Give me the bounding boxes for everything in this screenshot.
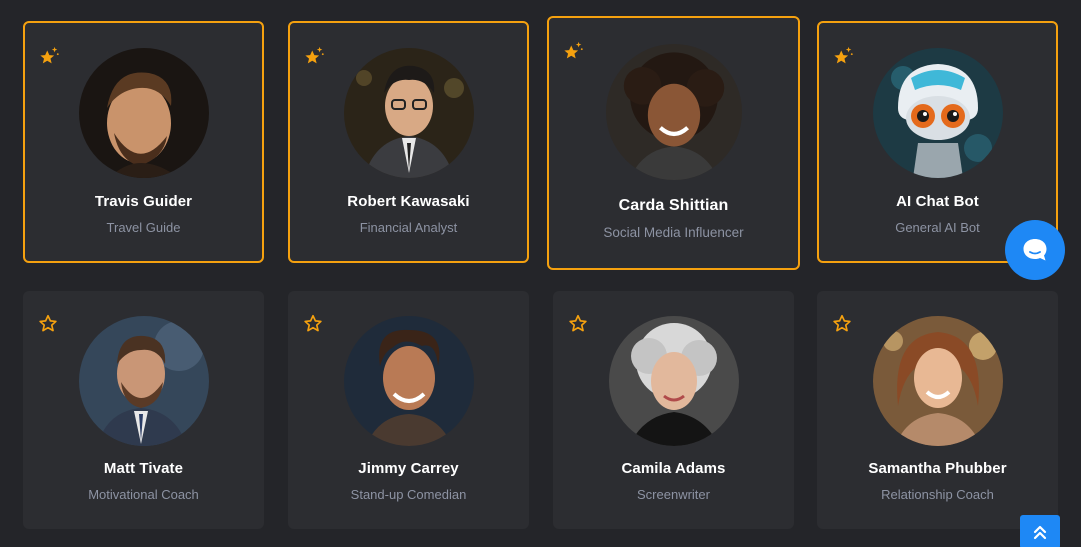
character-name: Camila Adams (621, 460, 726, 477)
star-sparkle-icon[interactable] (304, 45, 326, 67)
star-outline-icon[interactable] (37, 313, 59, 335)
avatar (872, 316, 1003, 446)
character-name: Travis Guider (94, 193, 193, 210)
character-card-jimmy[interactable]: Jimmy Carrey Stand-up Comedian (288, 291, 529, 529)
character-card-robert[interactable]: Robert Kawasaki Financial Analyst (288, 21, 529, 263)
character-grid: Travis Guider Travel Guide Robert Kawasa… (0, 0, 1081, 547)
character-role: Relationship Coach (881, 487, 994, 502)
avatar (872, 48, 1003, 178)
avatar (78, 316, 209, 446)
chat-button[interactable] (1005, 220, 1065, 280)
avatar (605, 44, 742, 180)
character-name: Jimmy Carrey (358, 460, 459, 477)
character-name: Carda Shittian (618, 197, 729, 214)
star-sparkle-icon[interactable] (563, 40, 585, 62)
character-card-matt[interactable]: Matt Tivate Motivational Coach (23, 291, 264, 529)
character-card-carda[interactable]: Carda Shittian Social Media Influencer (547, 16, 800, 270)
scroll-top-button[interactable] (1020, 515, 1060, 547)
avatar (78, 48, 209, 178)
character-card-travis[interactable]: Travis Guider Travel Guide (23, 21, 264, 263)
character-role: Screenwriter (637, 487, 710, 502)
character-role: Stand-up Comedian (350, 487, 467, 502)
double-chevron-up-icon (1033, 525, 1047, 540)
star-outline-icon[interactable] (831, 313, 853, 335)
character-name: Matt Tivate (103, 460, 184, 477)
character-role: Financial Analyst (359, 220, 458, 235)
character-name: Robert Kawasaki (347, 193, 470, 210)
character-role: Social Media Influencer (603, 225, 744, 240)
character-card-camila[interactable]: Camila Adams Screenwriter (553, 291, 794, 529)
star-sparkle-icon[interactable] (833, 45, 855, 67)
character-role: Travel Guide (106, 220, 181, 235)
character-name: AI Chat Bot (896, 193, 979, 210)
avatar (608, 316, 739, 446)
avatar (343, 316, 474, 446)
star-outline-icon[interactable] (567, 313, 589, 335)
chat-bubble-icon (1023, 239, 1047, 261)
star-sparkle-icon[interactable] (39, 45, 61, 67)
star-outline-icon[interactable] (302, 313, 324, 335)
character-card-samantha[interactable]: Samantha Phubber Relationship Coach (817, 291, 1058, 529)
avatar (343, 48, 474, 178)
character-role: Motivational Coach (88, 487, 199, 502)
character-name: Samantha Phubber (868, 460, 1007, 477)
